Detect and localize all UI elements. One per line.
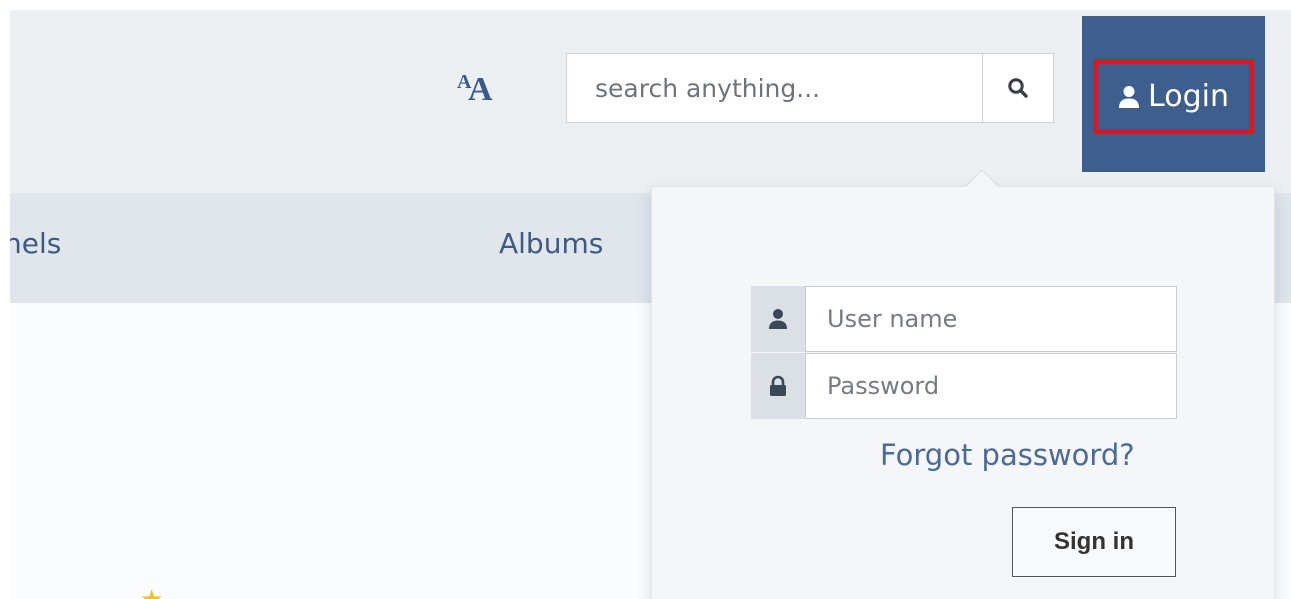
dropdown-caret: [962, 171, 1002, 191]
font-size-large-glyph: A: [468, 71, 493, 108]
login-dropdown: Forgot password? Sign in: [651, 186, 1275, 599]
login-button[interactable]: Login: [1093, 59, 1254, 134]
username-input[interactable]: [805, 286, 1177, 352]
user-icon: [1119, 85, 1140, 108]
login-panel: Login: [1082, 16, 1265, 172]
username-group: [751, 286, 1177, 352]
page: A A Login nels Albums ★: [10, 10, 1291, 599]
password-group: [751, 353, 1177, 419]
lock-icon: [770, 375, 786, 396]
login-label: Login: [1148, 79, 1229, 114]
search-box: [566, 53, 1054, 123]
star-icon: ★: [140, 584, 164, 599]
header: A A Login: [10, 10, 1291, 193]
signin-button[interactable]: Sign in: [1012, 507, 1176, 577]
username-addon: [751, 286, 805, 352]
font-size-toggle-button[interactable]: A A: [457, 67, 521, 108]
nav-item-albums[interactable]: Albums: [499, 227, 603, 260]
search-icon: [1008, 78, 1028, 98]
password-input[interactable]: [805, 353, 1177, 419]
search-input[interactable]: [566, 53, 982, 123]
nav-item-channels[interactable]: nels: [10, 227, 61, 260]
forgot-password-link[interactable]: Forgot password?: [880, 438, 1135, 472]
user-icon: [769, 309, 787, 329]
search-button[interactable]: [982, 53, 1054, 123]
password-addon: [751, 353, 805, 419]
